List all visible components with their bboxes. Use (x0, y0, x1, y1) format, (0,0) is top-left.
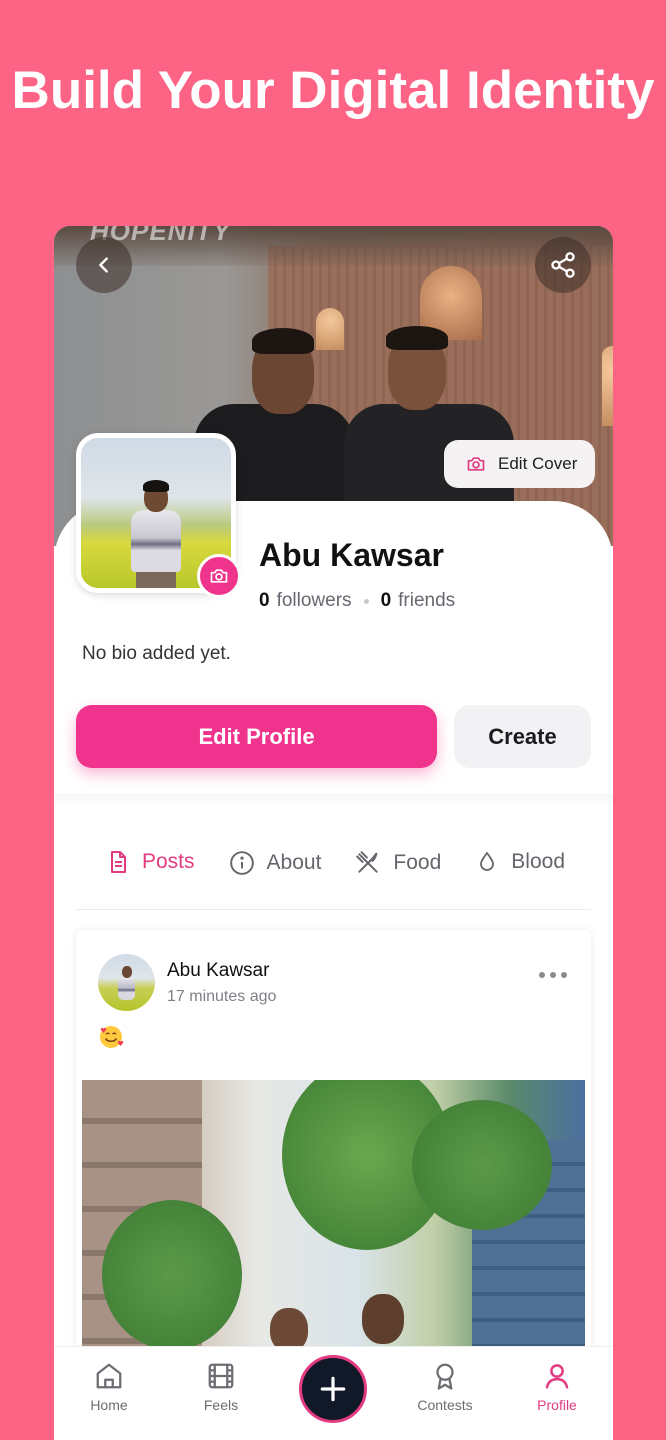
separator-dot (363, 598, 369, 604)
camera-icon (210, 569, 228, 583)
headline: Build Your Digital Identity (11, 61, 655, 120)
film-icon (208, 1363, 234, 1389)
profile-stats: 0 followers 0 friends (259, 590, 455, 612)
followers-count[interactable]: 0 (259, 590, 270, 612)
nav-profile[interactable]: Profile (512, 1361, 602, 1413)
camera-icon (467, 457, 485, 471)
smiling-hearts-emoji-icon (100, 1026, 124, 1048)
profile-tabs: Posts About Food Blood (76, 850, 591, 910)
tab-posts[interactable]: Posts (106, 850, 195, 874)
fork-knife-icon (356, 851, 379, 873)
nav-label: Home (90, 1397, 128, 1413)
info-icon (229, 851, 254, 875)
section-divider (54, 794, 613, 806)
more-horizontal-icon (539, 972, 567, 978)
nav-label: Contests (417, 1397, 473, 1413)
profile-name: Abu Kawsar (259, 537, 444, 573)
change-avatar-button[interactable] (197, 554, 241, 598)
friends-label[interactable]: friends (398, 590, 455, 612)
tab-label: About (266, 851, 322, 874)
create-post-fab[interactable] (299, 1355, 367, 1423)
document-icon (111, 851, 126, 873)
post-author-avatar[interactable] (98, 954, 155, 1011)
edit-profile-button[interactable]: Edit Profile (76, 705, 437, 768)
tab-label: Food (393, 851, 442, 874)
back-button[interactable] (76, 237, 132, 293)
tab-label: Posts (142, 850, 195, 873)
tab-label: Blood (511, 850, 566, 873)
create-button[interactable]: Create (454, 705, 591, 768)
edit-cover-label: Edit Cover (498, 454, 578, 473)
chevron-left-icon (99, 257, 108, 273)
edit-cover-button[interactable]: Edit Cover (444, 440, 595, 488)
plus-icon (320, 1376, 346, 1402)
bottom-navigation: Home Feels Contests Profile (54, 1346, 613, 1440)
post-timestamp: 17 minutes ago (167, 988, 277, 1005)
post-author-name[interactable]: Abu Kawsar (167, 960, 269, 982)
app-screen: HOPENITY Edit Cover Abu Kawsar 0 followe… (54, 226, 613, 1440)
nav-label: Profile (537, 1397, 577, 1413)
home-icon (96, 1363, 122, 1389)
post-options-button[interactable] (538, 966, 568, 984)
tab-blood[interactable]: Blood (475, 850, 565, 874)
award-icon (436, 1363, 454, 1390)
user-icon (545, 1364, 569, 1389)
nav-contests[interactable]: Contests (400, 1361, 490, 1413)
profile-bio: No bio added yet. (82, 643, 231, 664)
tab-about[interactable]: About (229, 850, 322, 876)
post-content (98, 1024, 124, 1050)
tab-food[interactable]: Food (355, 850, 441, 876)
nav-label: Feels (203, 1397, 239, 1413)
followers-label[interactable]: followers (277, 590, 352, 612)
share-button[interactable] (535, 237, 591, 293)
friends-count[interactable]: 0 (381, 590, 392, 612)
nav-home[interactable]: Home (64, 1361, 154, 1413)
share-icon (551, 252, 575, 278)
drop-icon (480, 852, 495, 871)
nav-feels[interactable]: Feels (176, 1361, 266, 1413)
